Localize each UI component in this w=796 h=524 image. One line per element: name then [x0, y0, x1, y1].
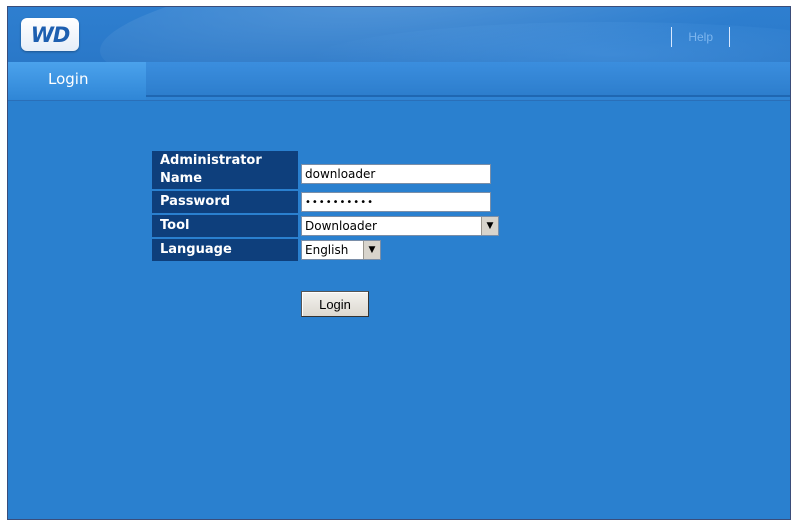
help-area: Help	[671, 27, 730, 47]
tool-label: Tool	[152, 215, 298, 237]
chevron-down-icon[interactable]: ▼	[363, 241, 380, 259]
tool-select[interactable]: Downloader ▼	[301, 216, 499, 236]
divider	[729, 27, 730, 47]
admin-name-input[interactable]: downloader	[301, 164, 491, 184]
login-button[interactable]: Login	[301, 291, 369, 317]
tab-login-label: Login	[48, 70, 89, 88]
language-select-value: English	[305, 243, 349, 257]
password-row: Password ••••••••••	[152, 191, 500, 213]
main-content: Administrator Name downloader Password •…	[8, 101, 790, 519]
language-label: Language	[152, 239, 298, 261]
logo-text: WD	[30, 22, 71, 47]
app-window: WD Help Login Administrator Name downloa…	[7, 6, 791, 520]
tool-row: Tool Downloader ▼	[152, 215, 500, 237]
login-form: Administrator Name downloader Password •…	[152, 149, 500, 263]
chevron-down-icon[interactable]: ▼	[481, 217, 498, 235]
admin-row: Administrator Name downloader	[152, 151, 500, 189]
language-select[interactable]: English ▼	[301, 240, 381, 260]
nav-bar: Login	[8, 62, 790, 101]
password-input[interactable]: ••••••••••	[301, 192, 491, 212]
tool-select-value: Downloader	[305, 219, 377, 233]
admin-name-label: Administrator Name	[152, 151, 298, 189]
language-row: Language English ▼	[152, 239, 500, 261]
help-link[interactable]: Help	[672, 30, 729, 44]
password-label: Password	[152, 191, 298, 213]
wd-logo: WD	[21, 18, 79, 51]
header-bar: WD Help	[8, 7, 790, 62]
tab-login[interactable]: Login	[8, 62, 146, 100]
